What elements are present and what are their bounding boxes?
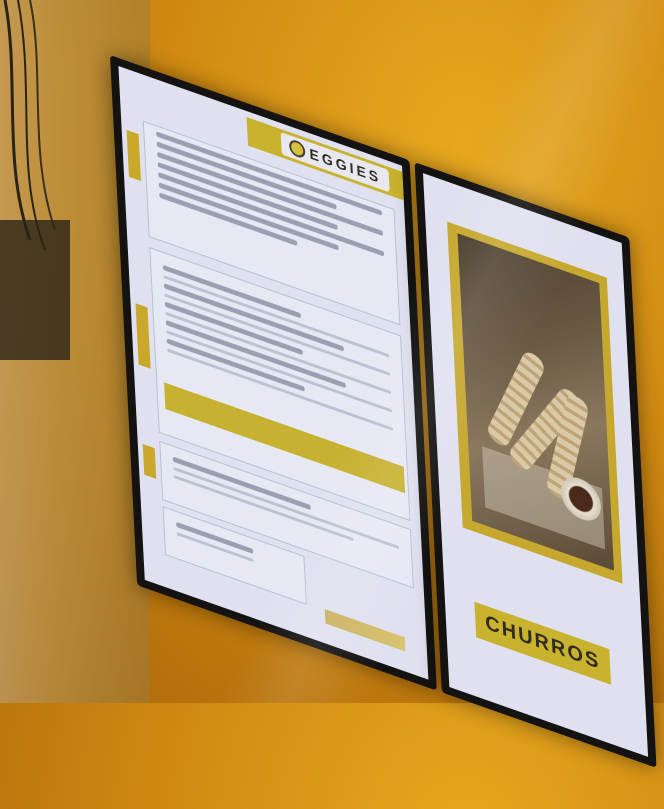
promo-display: CHURROS (422, 173, 649, 757)
section-tab (135, 303, 151, 369)
egg-logo-icon (289, 138, 306, 160)
photo-frame (447, 221, 623, 584)
churros-photo (457, 233, 615, 571)
section-tab (142, 444, 157, 479)
digital-menu-screens: EGGIES CHURROS (0, 0, 664, 768)
menu-display: EGGIES (118, 65, 429, 680)
section-tab (126, 129, 141, 182)
screen-stage: EGGIES CHURROS (110, 55, 659, 809)
promo-screen: CHURROS (414, 162, 657, 768)
menu-screen: EGGIES (110, 55, 437, 691)
product-badge: CHURROS (474, 601, 612, 685)
product-name: CHURROS (484, 611, 601, 675)
footer-logo-strip (324, 609, 406, 652)
